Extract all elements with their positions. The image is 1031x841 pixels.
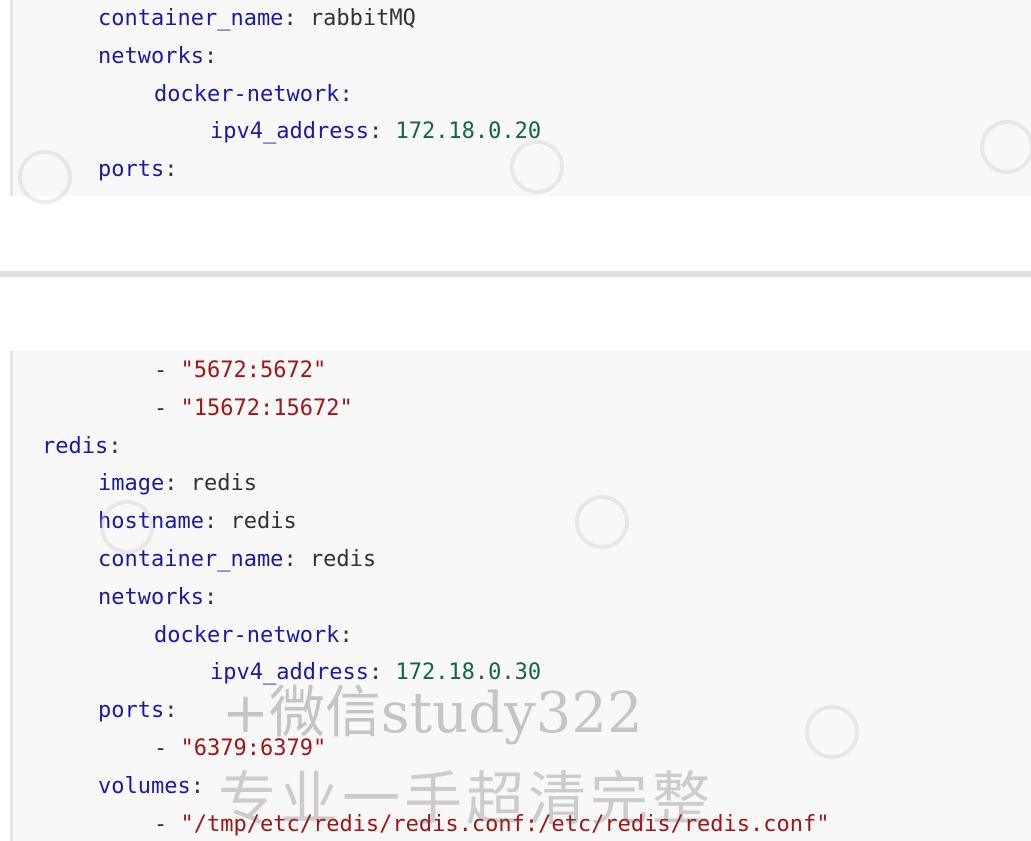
code-line: ports:	[98, 694, 177, 728]
yaml-key: docker-network	[154, 622, 340, 648]
yaml-value: redis	[230, 509, 297, 535]
code-block-bottom: - "5672:5672" - "15672:15672" redis: image:…	[10, 351, 1031, 841]
page-divider	[0, 271, 1031, 277]
yaml-value: rabbitMQ	[309, 6, 416, 31]
yaml-value: redis	[190, 471, 257, 497]
yaml-punct: :	[164, 157, 178, 183]
yaml-punct: :	[283, 6, 310, 31]
yaml-value: 172.18.0.20	[395, 119, 542, 145]
yaml-punct: :	[368, 660, 396, 686]
yaml-key: networks	[98, 43, 204, 69]
code-line: ipv4_address: 172.18.0.20	[210, 115, 541, 149]
yaml-value: "/tmp/etc/redis/redis.conf:/etc/redis/re…	[180, 811, 830, 837]
code-line: ports:	[98, 153, 177, 187]
yaml-value: "5672:5672"	[180, 358, 327, 383]
code-line: hostname: redis	[98, 505, 297, 539]
yaml-value: redis	[309, 547, 377, 572]
code-line: - "5672:5672"	[154, 354, 326, 388]
code-line: container_name: rabbitMQ	[98, 2, 416, 36]
yaml-key: container_name	[98, 6, 284, 31]
code-line: container_name: redis	[98, 543, 376, 577]
yaml-key: hostname	[98, 509, 204, 535]
code-line: networks:	[98, 40, 217, 74]
yaml-punct: :	[283, 547, 310, 572]
yaml-key: image	[98, 471, 165, 497]
code-line: docker-network:	[154, 78, 353, 112]
yaml-key: volumes	[98, 773, 191, 799]
yaml-value: "6379:6379"	[180, 736, 327, 761]
yaml-punct: :	[164, 698, 178, 724]
yaml-punct: :	[368, 119, 396, 145]
yaml-punct: :	[203, 509, 231, 535]
yaml-punct: :	[108, 433, 122, 459]
yaml-punct: -	[154, 358, 181, 383]
yaml-punct: :	[164, 471, 191, 497]
yaml-punct: :	[339, 622, 353, 648]
yaml-punct: -	[154, 736, 181, 761]
yaml-key: networks	[98, 584, 204, 610]
yaml-key: ports	[98, 157, 165, 183]
yaml-punct: :	[339, 81, 353, 107]
yaml-key: redis	[42, 433, 109, 459]
code-line: image: redis	[98, 467, 257, 501]
code-line: - "6379:6379"	[154, 732, 326, 766]
code-line: ipv4_address: 172.18.0.30	[210, 656, 541, 690]
yaml-punct: -	[154, 395, 181, 421]
yaml-punct: -	[154, 811, 181, 837]
code-line: - "15672:15672"	[154, 392, 353, 426]
code-line: redis:	[42, 430, 121, 464]
code-line: volumes:	[98, 770, 204, 804]
code-line: docker-network:	[154, 619, 353, 653]
yaml-key: ipv4_address	[210, 119, 369, 145]
yaml-punct: :	[190, 773, 204, 799]
code-block-top: container_name: rabbitMQ networks: docker-…	[10, 0, 1031, 196]
yaml-punct: :	[203, 43, 218, 69]
code-line: - "/tmp/etc/redis/redis.conf:/etc/redis/…	[154, 808, 830, 841]
yaml-value: "15672:15672"	[180, 395, 353, 421]
yaml-key: ipv4_address	[210, 660, 369, 686]
yaml-value: 172.18.0.30	[395, 660, 542, 686]
yaml-key: container_name	[98, 547, 284, 572]
yaml-key: docker-network	[154, 81, 340, 107]
code-line: networks:	[98, 581, 217, 615]
yaml-punct: :	[203, 584, 218, 610]
yaml-key: ports	[98, 698, 165, 724]
